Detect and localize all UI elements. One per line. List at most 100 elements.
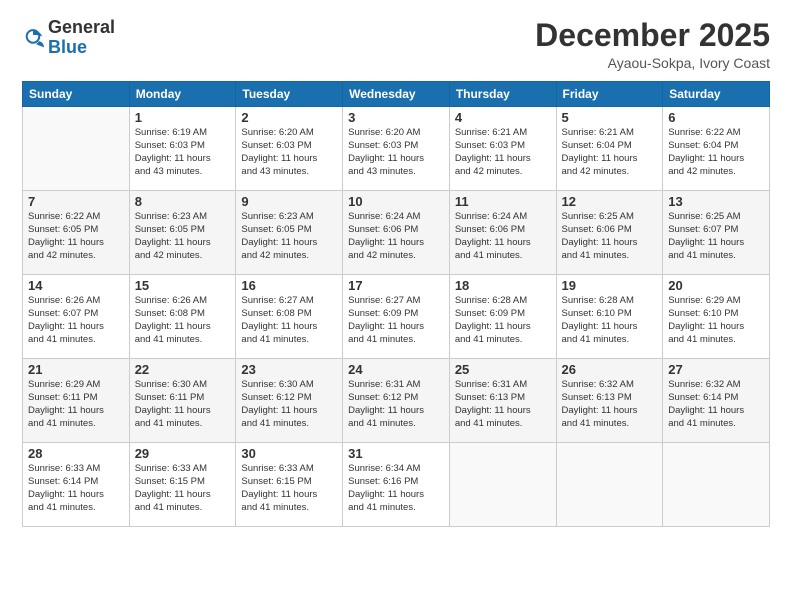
calendar-header-friday: Friday [556,82,663,107]
title-block: December 2025 Ayaou-Sokpa, Ivory Coast [535,18,770,71]
day-number: 9 [241,194,337,209]
day-info: Sunrise: 6:24 AM Sunset: 6:06 PM Dayligh… [455,211,551,262]
day-number: 8 [135,194,231,209]
day-info: Sunrise: 6:28 AM Sunset: 6:10 PM Dayligh… [562,295,658,346]
day-info: Sunrise: 6:33 AM Sunset: 6:15 PM Dayligh… [241,463,337,514]
day-number: 13 [668,194,764,209]
calendar-cell: 28 Sunrise: 6:33 AM Sunset: 6:14 PM Dayli… [23,443,130,527]
calendar-cell: 15 Sunrise: 6:26 AM Sunset: 6:08 PM Dayli… [129,275,236,359]
day-number: 4 [455,110,551,125]
calendar-header-saturday: Saturday [663,82,770,107]
day-number: 27 [668,362,764,377]
day-number: 14 [28,278,124,293]
calendar-cell: 29 Sunrise: 6:33 AM Sunset: 6:15 PM Dayli… [129,443,236,527]
day-info: Sunrise: 6:26 AM Sunset: 6:08 PM Dayligh… [135,295,231,346]
day-number: 3 [348,110,444,125]
page: General Blue December 2025 Ayaou-Sokpa, … [0,0,792,612]
day-info: Sunrise: 6:29 AM Sunset: 6:11 PM Dayligh… [28,379,124,430]
calendar-cell: 17Sunrise: 6:27 AM Sunset: 6:09 PM Dayli… [343,275,450,359]
calendar-cell: 26Sunrise: 6:32 AM Sunset: 6:13 PM Dayli… [556,359,663,443]
day-number: 10 [348,194,444,209]
calendar-header-tuesday: Tuesday [236,82,343,107]
calendar-cell: 6Sunrise: 6:22 AM Sunset: 6:04 PM Daylig… [663,107,770,191]
day-number: 24 [348,362,444,377]
calendar-cell [556,443,663,527]
day-number: 18 [455,278,551,293]
month-title: December 2025 [535,18,770,53]
day-number: 7 [28,194,124,209]
day-number: 23 [241,362,337,377]
calendar-cell [663,443,770,527]
calendar-cell [449,443,556,527]
day-info: Sunrise: 6:26 AM Sunset: 6:07 PM Dayligh… [28,295,124,346]
calendar-week-row: 14 Sunrise: 6:26 AM Sunset: 6:07 PM Dayli… [23,275,770,359]
day-number: 1 [135,110,231,125]
day-number: 17 [348,278,444,293]
calendar-cell: 10 Sunrise: 6:24 AM Sunset: 6:06 PM Dayli… [343,191,450,275]
day-number: 16 [241,278,337,293]
day-number: 28 [28,446,124,461]
day-info: Sunrise: 6:31 AM Sunset: 6:12 PM Dayligh… [348,379,444,430]
day-number: 21 [28,362,124,377]
day-info: Sunrise: 6:21 AM Sunset: 6:03 PM Dayligh… [455,127,551,178]
logo: General Blue [22,18,115,58]
location: Ayaou-Sokpa, Ivory Coast [535,55,770,71]
calendar-cell: 16 Sunrise: 6:27 AM Sunset: 6:08 PM Dayli… [236,275,343,359]
day-info: Sunrise: 6:30 AM Sunset: 6:12 PM Dayligh… [241,379,337,430]
day-info: Sunrise: 6:29 AM Sunset: 6:10 PM Dayligh… [668,295,764,346]
day-info: Sunrise: 6:23 AM Sunset: 6:05 PM Dayligh… [135,211,231,262]
day-number: 19 [562,278,658,293]
calendar-cell: 19 Sunrise: 6:28 AM Sunset: 6:10 PM Dayli… [556,275,663,359]
day-number: 30 [241,446,337,461]
calendar-cell: 14 Sunrise: 6:26 AM Sunset: 6:07 PM Dayli… [23,275,130,359]
calendar-cell: 12Sunrise: 6:25 AM Sunset: 6:06 PM Dayli… [556,191,663,275]
day-info: Sunrise: 6:21 AM Sunset: 6:04 PM Dayligh… [562,127,658,178]
day-number: 31 [348,446,444,461]
calendar-cell: 18Sunrise: 6:28 AM Sunset: 6:09 PM Dayli… [449,275,556,359]
day-info: Sunrise: 6:20 AM Sunset: 6:03 PM Dayligh… [348,127,444,178]
calendar-cell: 23 Sunrise: 6:30 AM Sunset: 6:12 PM Dayli… [236,359,343,443]
calendar-cell: 3 Sunrise: 6:20 AM Sunset: 6:03 PM Daylig… [343,107,450,191]
day-number: 2 [241,110,337,125]
calendar-week-row: 7 Sunrise: 6:22 AM Sunset: 6:05 PM Daylig… [23,191,770,275]
header: General Blue December 2025 Ayaou-Sokpa, … [22,18,770,71]
calendar-cell: 30 Sunrise: 6:33 AM Sunset: 6:15 PM Dayli… [236,443,343,527]
calendar-cell: 13Sunrise: 6:25 AM Sunset: 6:07 PM Dayli… [663,191,770,275]
calendar-cell: 27 Sunrise: 6:32 AM Sunset: 6:14 PM Dayli… [663,359,770,443]
day-number: 15 [135,278,231,293]
day-info: Sunrise: 6:27 AM Sunset: 6:08 PM Dayligh… [241,295,337,346]
day-number: 25 [455,362,551,377]
day-number: 29 [135,446,231,461]
logo-general: General [48,17,115,37]
calendar-cell: 9 Sunrise: 6:23 AM Sunset: 6:05 PM Daylig… [236,191,343,275]
day-info: Sunrise: 6:32 AM Sunset: 6:13 PM Dayligh… [562,379,658,430]
calendar-week-row: 1Sunrise: 6:19 AM Sunset: 6:03 PM Daylig… [23,107,770,191]
logo-icon [22,27,44,49]
calendar-header-thursday: Thursday [449,82,556,107]
calendar-cell: 1Sunrise: 6:19 AM Sunset: 6:03 PM Daylig… [129,107,236,191]
logo-blue: Blue [48,37,87,57]
day-number: 5 [562,110,658,125]
day-info: Sunrise: 6:34 AM Sunset: 6:16 PM Dayligh… [348,463,444,514]
calendar-cell: 8 Sunrise: 6:23 AM Sunset: 6:05 PM Daylig… [129,191,236,275]
calendar-cell: 7 Sunrise: 6:22 AM Sunset: 6:05 PM Daylig… [23,191,130,275]
calendar-cell: 21 Sunrise: 6:29 AM Sunset: 6:11 PM Dayli… [23,359,130,443]
day-info: Sunrise: 6:32 AM Sunset: 6:14 PM Dayligh… [668,379,764,430]
calendar-week-row: 28 Sunrise: 6:33 AM Sunset: 6:14 PM Dayli… [23,443,770,527]
day-info: Sunrise: 6:33 AM Sunset: 6:14 PM Dayligh… [28,463,124,514]
calendar-table: SundayMondayTuesdayWednesdayThursdayFrid… [22,81,770,527]
day-number: 12 [562,194,658,209]
calendar-header-monday: Monday [129,82,236,107]
day-info: Sunrise: 6:31 AM Sunset: 6:13 PM Dayligh… [455,379,551,430]
calendar-header-sunday: Sunday [23,82,130,107]
day-number: 20 [668,278,764,293]
calendar-week-row: 21 Sunrise: 6:29 AM Sunset: 6:11 PM Dayli… [23,359,770,443]
calendar-header-wednesday: Wednesday [343,82,450,107]
calendar-cell: 2Sunrise: 6:20 AM Sunset: 6:03 PM Daylig… [236,107,343,191]
day-info: Sunrise: 6:22 AM Sunset: 6:05 PM Dayligh… [28,211,124,262]
day-info: Sunrise: 6:33 AM Sunset: 6:15 PM Dayligh… [135,463,231,514]
day-info: Sunrise: 6:23 AM Sunset: 6:05 PM Dayligh… [241,211,337,262]
day-number: 22 [135,362,231,377]
day-number: 11 [455,194,551,209]
day-info: Sunrise: 6:24 AM Sunset: 6:06 PM Dayligh… [348,211,444,262]
